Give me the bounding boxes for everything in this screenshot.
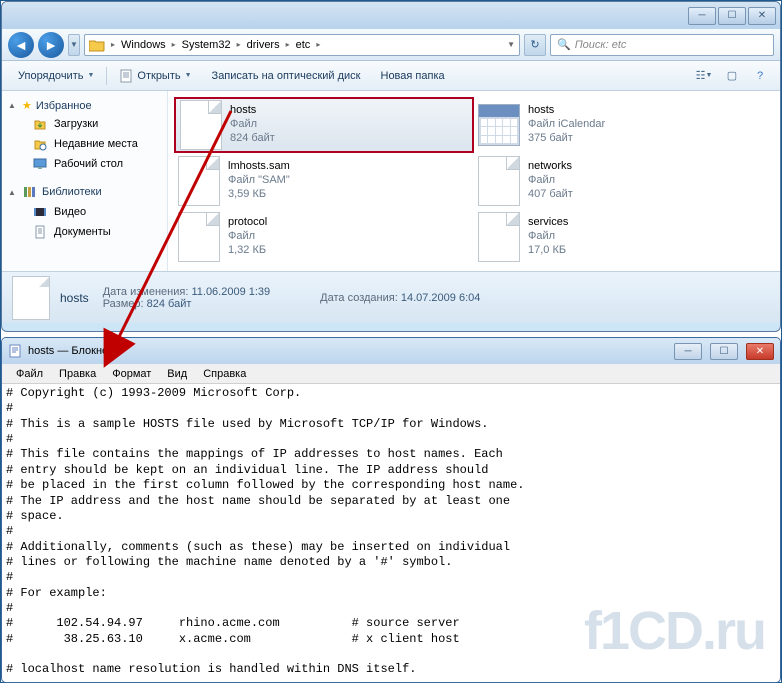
file-type: Файл <box>528 230 568 244</box>
preview-pane-button[interactable]: ▢ <box>720 65 744 87</box>
organize-button[interactable]: Упорядочить▼ <box>10 66 102 86</box>
file-item[interactable]: lmhosts.samФайл "SAM"3,59 КБ <box>174 153 474 209</box>
file-icon <box>12 276 50 320</box>
desktop-icon <box>32 156 48 172</box>
forward-button[interactable]: ► <box>38 32 64 58</box>
file-icon <box>178 156 220 206</box>
document-icon <box>119 69 133 83</box>
folder-icon <box>87 36 107 54</box>
file-size: 1,32 КБ <box>228 244 267 258</box>
history-dropdown[interactable]: ▼ <box>68 34 80 56</box>
file-name: networks <box>528 160 573 174</box>
breadcrumb[interactable]: ▸ Windows ▸ System32 ▸ drivers ▸ etc ▸ ▼ <box>84 34 520 56</box>
explorer-body: ▲★ Избранное Загрузки Недавние места Раб… <box>2 91 780 271</box>
file-name: hosts <box>528 104 605 118</box>
close-button[interactable]: ✕ <box>746 343 774 360</box>
file-list[interactable]: hostsФайл824 байтhostsФайл iCalendar375 … <box>168 91 780 271</box>
explorer-titlebar[interactable]: ─ ☐ ✕ <box>2 2 780 29</box>
recent-icon <box>32 136 48 152</box>
file-icon <box>180 100 222 150</box>
sidebar-item-downloads[interactable]: Загрузки <box>2 114 167 134</box>
details-filename: hosts <box>60 291 89 305</box>
sidebar-item-videos[interactable]: Видео <box>2 202 167 222</box>
video-icon <box>32 204 48 220</box>
sidebar-item-documents[interactable]: Документы <box>2 222 167 242</box>
details-pane: hosts Дата изменения: 11.06.2009 1:39 Ра… <box>2 271 780 323</box>
file-name: services <box>528 216 568 230</box>
close-button[interactable]: ✕ <box>748 7 776 25</box>
breadcrumb-item[interactable]: Windows <box>119 37 168 53</box>
file-type: Файл <box>230 118 275 132</box>
file-icon <box>178 212 220 262</box>
file-item[interactable]: hostsФайл iCalendar375 байт <box>474 97 774 153</box>
maximize-button[interactable]: ☐ <box>718 7 746 25</box>
libraries-header[interactable]: ▲ Библиотеки <box>2 182 167 202</box>
file-type: Файл iCalendar <box>528 118 605 132</box>
breadcrumb-item[interactable]: drivers <box>245 37 282 53</box>
calendar-icon <box>478 104 520 146</box>
notepad-icon <box>8 344 22 358</box>
minimize-button[interactable]: ─ <box>674 343 702 360</box>
back-button[interactable]: ◄ <box>8 32 34 58</box>
favorites-header[interactable]: ▲★ Избранное <box>2 97 167 114</box>
menu-edit[interactable]: Правка <box>51 366 104 382</box>
file-size: 407 байт <box>528 188 573 202</box>
file-type: Файл "SAM" <box>228 174 290 188</box>
breadcrumb-item[interactable]: etc <box>294 37 313 53</box>
view-button[interactable]: ☷ ▼ <box>692 65 716 87</box>
help-button[interactable]: ? <box>748 65 772 87</box>
notepad-titlebar[interactable]: hosts — Блокнот ─ ☐ ✕ <box>2 338 780 364</box>
minimize-button[interactable]: ─ <box>688 7 716 25</box>
sidebar-item-recent[interactable]: Недавние места <box>2 134 167 154</box>
file-item[interactable]: protocolФайл1,32 КБ <box>174 209 474 265</box>
explorer-window: ─ ☐ ✕ ◄ ► ▼ ▸ Windows ▸ System32 ▸ drive… <box>1 1 781 332</box>
maximize-button[interactable]: ☐ <box>710 343 738 360</box>
file-name: protocol <box>228 216 267 230</box>
documents-icon <box>32 224 48 240</box>
notepad-title: hosts — Блокнот <box>28 345 666 357</box>
open-button[interactable]: Открыть▼ <box>111 65 199 87</box>
menu-help[interactable]: Справка <box>195 366 254 382</box>
burn-button[interactable]: Записать на оптический диск <box>204 66 369 86</box>
sidebar-item-desktop[interactable]: Рабочий стол <box>2 154 167 174</box>
file-name: hosts <box>230 104 275 118</box>
menu-file[interactable]: Файл <box>8 366 51 382</box>
file-size: 3,59 КБ <box>228 188 290 202</box>
refresh-button[interactable]: ↻ <box>524 34 546 56</box>
file-item[interactable]: servicesФайл17,0 КБ <box>474 209 774 265</box>
file-icon <box>478 156 520 206</box>
file-item[interactable]: networksФайл407 байт <box>474 153 774 209</box>
file-size: 824 байт <box>230 132 275 146</box>
notepad-editor[interactable]: # Copyright (c) 1993-2009 Microsoft Corp… <box>2 384 780 682</box>
search-input[interactable]: 🔍 Поиск: etc <box>550 34 774 56</box>
file-item[interactable]: hostsФайл824 байт <box>174 97 474 153</box>
libraries-icon <box>22 184 38 200</box>
file-size: 375 байт <box>528 132 605 146</box>
file-type: Файл <box>228 230 267 244</box>
notepad-window: hosts — Блокнот ─ ☐ ✕ Файл Правка Формат… <box>1 337 781 683</box>
newfolder-button[interactable]: Новая папка <box>373 66 453 86</box>
downloads-icon <box>32 116 48 132</box>
menu-view[interactable]: Вид <box>159 366 195 382</box>
navigation-pane[interactable]: ▲★ Избранное Загрузки Недавние места Раб… <box>2 91 168 271</box>
search-icon: 🔍 <box>557 38 571 51</box>
search-placeholder: Поиск: etc <box>575 39 627 51</box>
file-icon <box>478 212 520 262</box>
explorer-toolbar: Упорядочить▼ Открыть▼ Записать на оптиче… <box>2 61 780 91</box>
file-name: lmhosts.sam <box>228 160 290 174</box>
file-type: Файл <box>528 174 573 188</box>
notepad-menubar: Файл Правка Формат Вид Справка <box>2 364 780 384</box>
explorer-navbar: ◄ ► ▼ ▸ Windows ▸ System32 ▸ drivers ▸ e… <box>2 29 780 61</box>
file-size: 17,0 КБ <box>528 244 568 258</box>
star-icon: ★ <box>22 99 32 112</box>
menu-format[interactable]: Формат <box>104 366 159 382</box>
breadcrumb-item[interactable]: System32 <box>180 37 233 53</box>
